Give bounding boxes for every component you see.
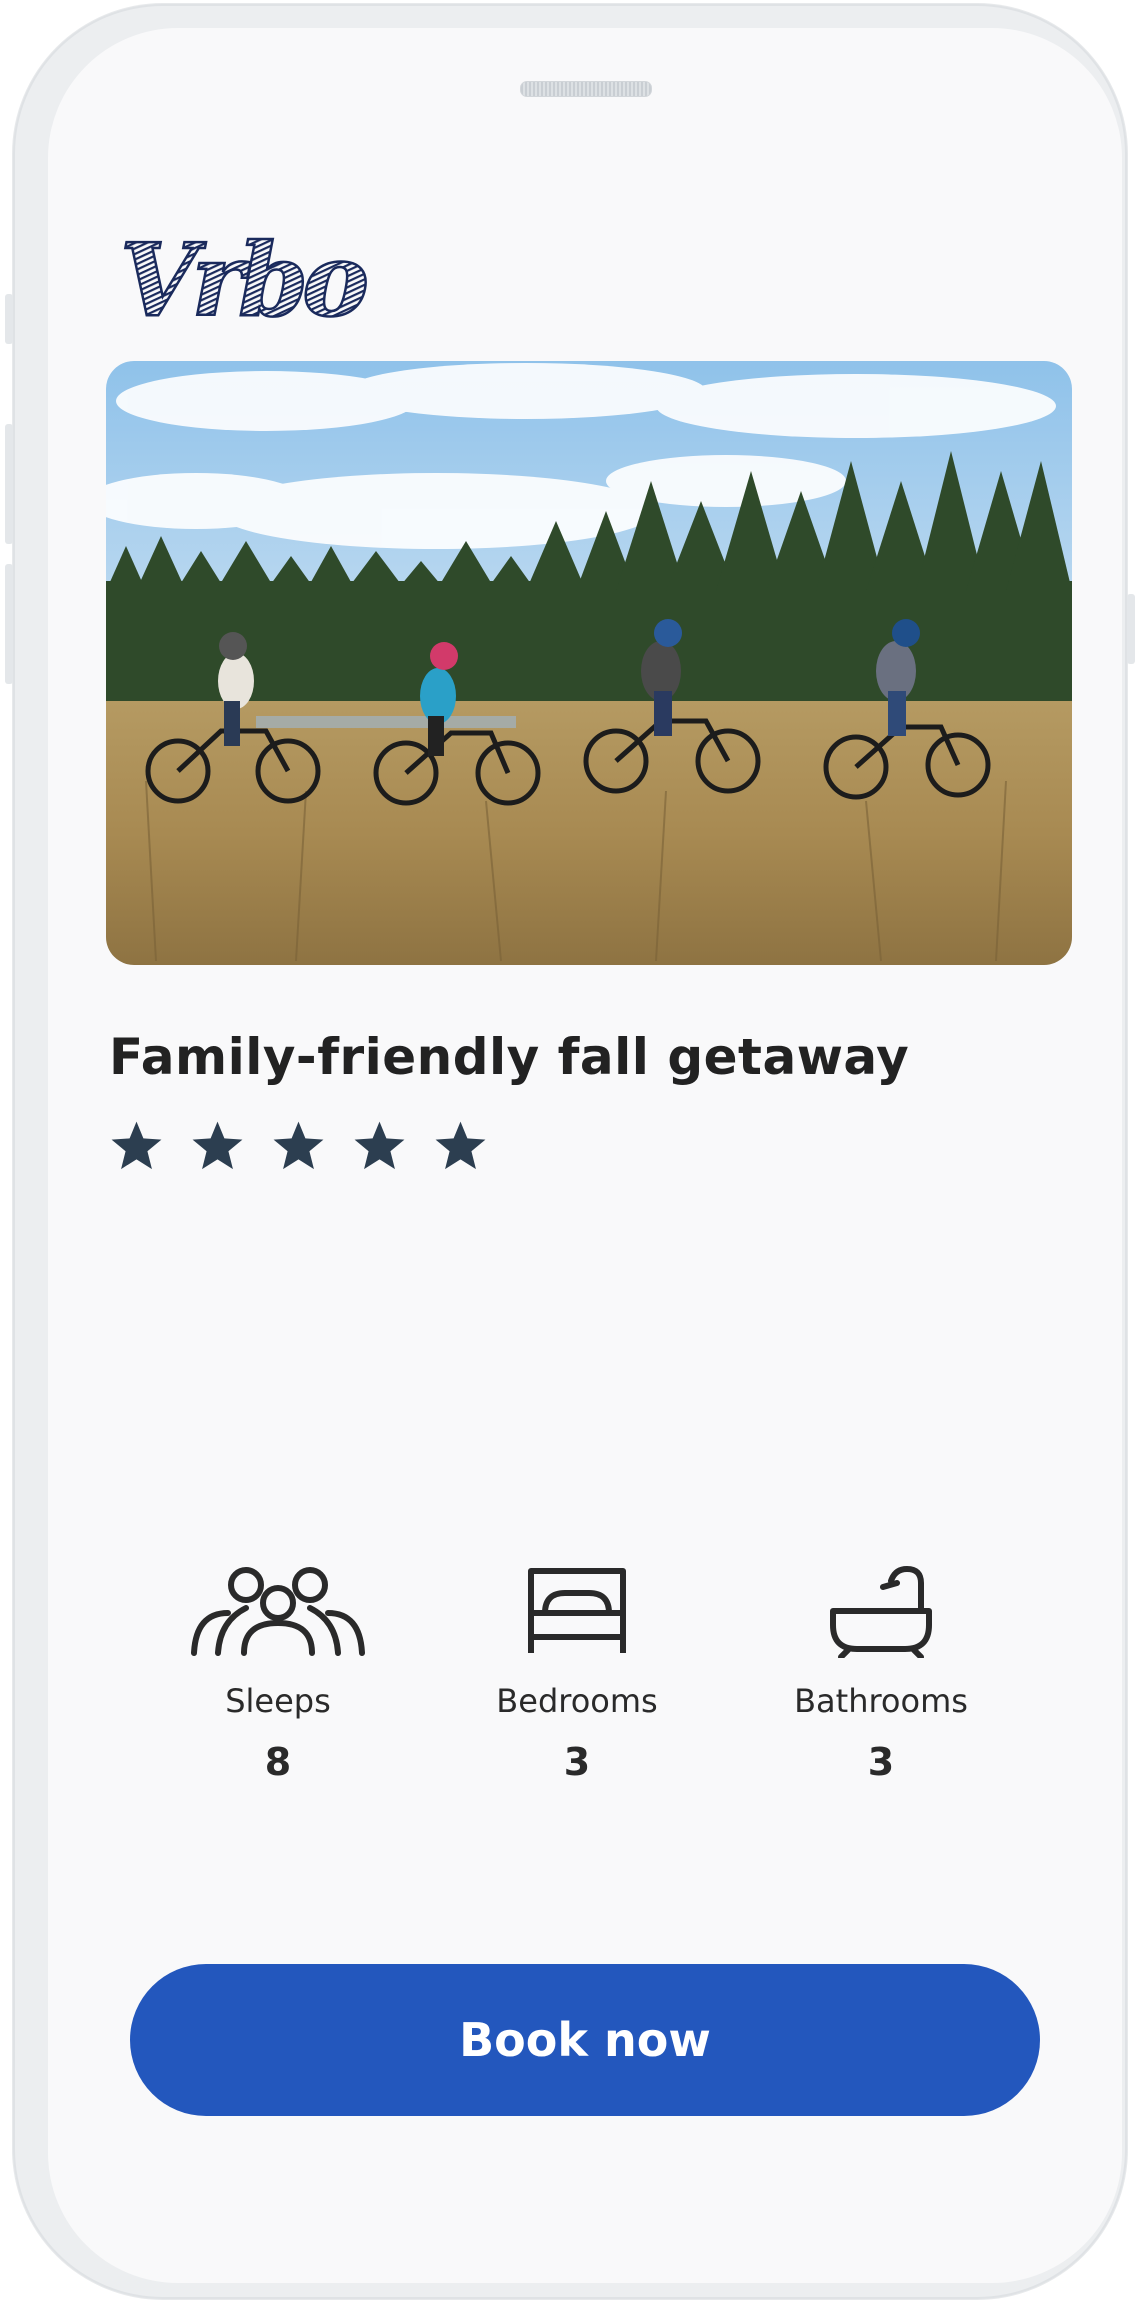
rating-stars	[108, 1118, 489, 1175]
bedrooms-value: 3	[563, 1740, 591, 1784]
star-icon	[354, 1121, 405, 1170]
sleeps-value: 8	[264, 1740, 292, 1784]
volume-down-button	[5, 564, 13, 684]
star-icon	[273, 1121, 324, 1170]
phone-screen: Vrbo Family-friendly fall getaway Sleeps…	[48, 28, 1122, 2283]
bedrooms-label: Bedrooms	[496, 1682, 658, 1720]
bathrooms-label: Bathrooms	[794, 1682, 968, 1720]
volume-up-button	[5, 424, 13, 544]
phone-frame: Vrbo Family-friendly fall getaway Sleeps…	[5, 4, 1135, 2299]
star-icon	[111, 1121, 162, 1170]
power-button	[1127, 594, 1135, 664]
bed-icon	[528, 1568, 626, 1653]
star-icon	[435, 1121, 486, 1170]
speaker-grille	[520, 81, 652, 97]
listing-photo[interactable]	[106, 361, 1072, 965]
amenity-sleeps: Sleeps 8	[138, 1563, 418, 1784]
svg-text:Vrbo: Vrbo	[120, 223, 366, 339]
bathrooms-value: 3	[867, 1740, 895, 1784]
listing-title: Family-friendly fall getaway	[109, 1028, 910, 1086]
amenity-bedrooms: Bedrooms 3	[437, 1563, 717, 1784]
amenity-bathrooms: Bathrooms 3	[741, 1563, 1021, 1784]
sleeps-label: Sleeps	[225, 1682, 331, 1720]
vrbo-logo[interactable]: Vrbo	[116, 223, 416, 343]
mute-switch	[5, 294, 13, 344]
book-now-button[interactable]: Book now	[130, 1964, 1040, 2116]
people-icon	[191, 1567, 365, 1656]
star-icon	[192, 1121, 243, 1170]
bathtub-icon	[830, 1566, 932, 1658]
